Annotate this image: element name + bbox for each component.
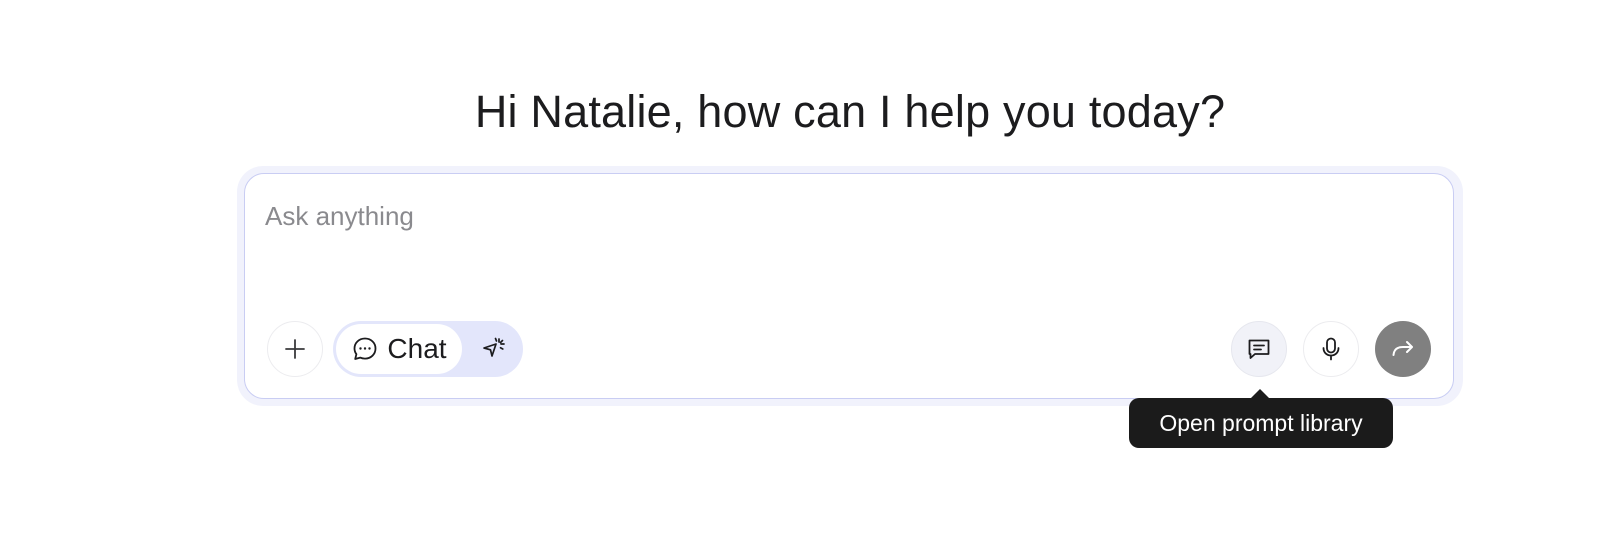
chat-mode-label: Chat <box>387 333 447 364</box>
chat-bubble-icon <box>351 335 379 363</box>
chat-mode-button[interactable]: Chat <box>336 324 462 374</box>
add-attachment-button[interactable] <box>267 321 323 377</box>
mode-switcher: Chat <box>333 321 523 377</box>
prompt-library-tooltip: Open prompt library <box>1129 398 1393 448</box>
plus-icon <box>283 337 307 361</box>
prompt-input[interactable] <box>265 196 1425 236</box>
microphone-button[interactable] <box>1303 321 1359 377</box>
send-button[interactable] <box>1375 321 1431 377</box>
prompt-composer: Chat <box>244 173 1454 399</box>
agent-mode-button[interactable] <box>469 324 519 374</box>
microphone-icon <box>1317 335 1345 363</box>
message-lines-icon <box>1245 335 1273 363</box>
page: Hi Natalie, how can I help you today? As… <box>0 0 1620 546</box>
forward-arrow-icon <box>1389 335 1417 363</box>
sparkle-cursor-icon <box>480 335 508 363</box>
prompt-library-button[interactable] <box>1231 321 1287 377</box>
page-title: Hi Natalie, how can I help you today? <box>474 86 1226 137</box>
